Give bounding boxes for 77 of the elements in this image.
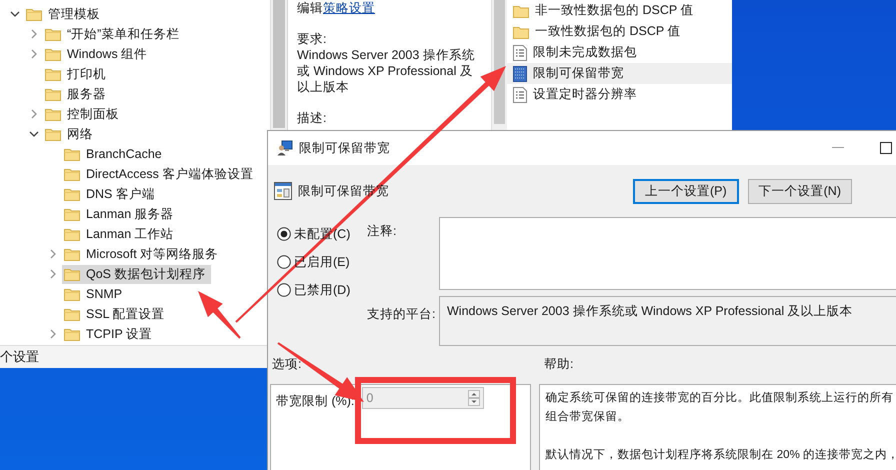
tree-item[interactable]: SNMP <box>62 286 128 302</box>
folder-icon <box>64 267 80 281</box>
folder-icon <box>64 187 80 201</box>
minimize-icon[interactable] <box>832 147 844 149</box>
folder-icon <box>513 4 529 18</box>
description-label: 描述: <box>297 110 328 126</box>
setting-item[interactable]: 限制可保留带宽 <box>507 63 732 84</box>
expand-caret-icon[interactable] <box>29 109 39 119</box>
folder-icon <box>64 147 80 161</box>
tree-item[interactable]: Windows 组件 <box>43 44 152 64</box>
tree-item[interactable]: BranchCache <box>62 146 167 162</box>
folder-icon <box>64 327 80 341</box>
policy-settings-icon <box>274 182 292 200</box>
tree-item[interactable]: TCPIP 设置 <box>62 324 158 344</box>
radio-circle-icon[interactable] <box>277 255 291 269</box>
expand-caret-icon[interactable] <box>29 29 39 39</box>
folder-icon <box>45 47 61 61</box>
folder-icon <box>45 27 61 41</box>
edit-label: 编辑 <box>297 1 323 15</box>
requirements-text: Windows Server 2003 操作系统或 Windows XP Professional 及以上版本 <box>297 47 476 95</box>
status-text: 个设置 <box>0 348 39 366</box>
tree-item[interactable]: 网络 <box>43 124 98 144</box>
folder-icon <box>513 24 529 38</box>
setting-item[interactable]: 设置定时器分辨率 <box>507 84 732 105</box>
radio-circle-icon[interactable] <box>277 227 291 241</box>
tree-item[interactable]: SSL 配置设置 <box>62 304 170 324</box>
comment-field[interactable] <box>439 217 896 290</box>
folder-icon <box>64 207 80 221</box>
tree-item[interactable]: 服务器 <box>43 84 111 104</box>
folder-icon <box>64 167 80 181</box>
tree-item[interactable]: 控制面板 <box>43 104 124 124</box>
setting-icon <box>513 86 527 102</box>
tree-item[interactable]: Lanman 服务器 <box>62 204 179 224</box>
setting-item[interactable]: 限制未完成数据包 <box>507 42 732 63</box>
platform-text: Windows Server 2003 操作系统或 Windows XP Professional 及以上版本 <box>439 296 896 346</box>
tree-item[interactable]: Microsoft 对等网络服务 <box>62 244 224 264</box>
state-radio[interactable]: 已禁用(D) <box>277 281 367 299</box>
expand-caret-icon[interactable] <box>29 49 39 59</box>
tree-item[interactable]: Lanman 工作站 <box>62 224 179 244</box>
requirements-label: 要求: <box>297 31 328 47</box>
folder-icon <box>45 107 61 121</box>
nav-button[interactable]: 上一个设置(P) <box>632 178 739 204</box>
help-text: 确定系统可保留的连接带宽的百分比。此值限制系统上运行的所有 组合带宽保留。 <box>546 390 895 425</box>
folder-icon <box>64 307 80 321</box>
nav-button[interactable]: 下一个设置(N) <box>748 178 852 204</box>
computer-user-icon <box>277 140 293 156</box>
folder-icon <box>45 67 61 81</box>
radio-circle-icon[interactable] <box>277 283 291 297</box>
folder-icon <box>45 127 61 141</box>
expand-caret-icon[interactable] <box>48 329 58 339</box>
tree-item[interactable]: QoS 数据包计划程序 <box>62 264 210 284</box>
comment-label: 注释: <box>367 223 398 240</box>
folder-icon <box>26 7 42 21</box>
policy-settings-link[interactable]: 策略设置 <box>323 1 375 15</box>
help-text: 默认情况下，数据包计划程序将系统限制在 20% 的连接带宽之内， <box>546 447 896 463</box>
tree-item[interactable]: “开始”菜单和任务栏 <box>43 24 184 44</box>
collapse-caret-icon[interactable] <box>29 129 39 139</box>
setting-icon <box>513 44 527 60</box>
help-label: 帮助: <box>544 356 574 373</box>
collapse-caret-icon[interactable] <box>10 9 20 19</box>
folder-icon <box>45 87 61 101</box>
platform-label: 支持的平台: <box>367 306 436 323</box>
window-title: 限制可保留带宽 <box>299 140 390 156</box>
folder-icon <box>64 227 80 241</box>
options-label: 选项: <box>272 356 302 373</box>
folder-icon <box>64 247 80 261</box>
tree-item[interactable]: DNS 客户端 <box>62 184 160 204</box>
expand-caret-icon[interactable] <box>48 269 58 279</box>
setting-item[interactable]: 一致性数据包的 DSCP 值 <box>507 21 732 42</box>
tree-item[interactable]: DirectAccess 客户端体验设置 <box>62 164 258 184</box>
maximize-icon[interactable] <box>880 142 892 154</box>
folder-icon <box>64 287 80 301</box>
tree-item[interactable]: 打印机 <box>43 64 111 84</box>
expand-caret-icon[interactable] <box>48 249 58 259</box>
setting-icon <box>513 66 527 82</box>
tree-item[interactable]: 管理模板 <box>24 4 105 24</box>
setting-item[interactable]: 非一致性数据包的 DSCP 值 <box>507 0 732 21</box>
